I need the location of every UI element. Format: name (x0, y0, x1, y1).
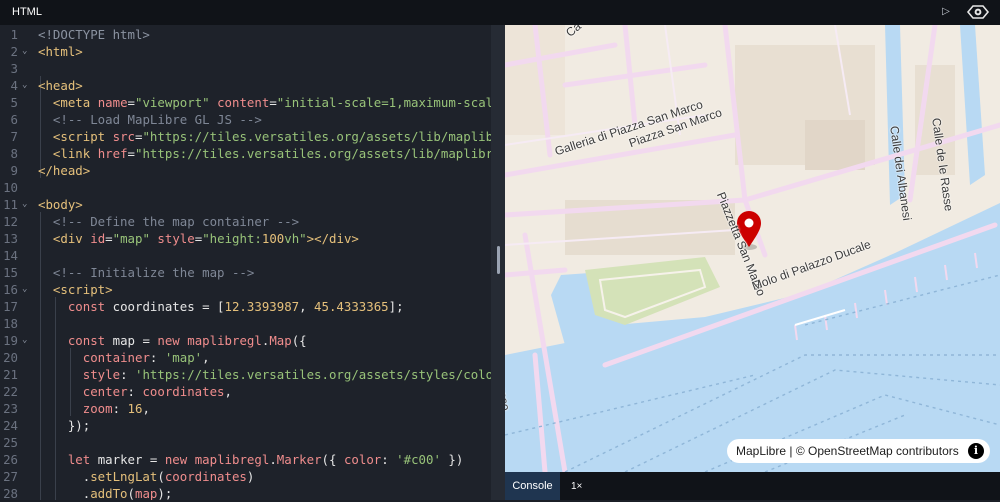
line-number: 4 (10, 78, 18, 93)
code-text: let marker = new maplibregl.Marker({ col… (67, 452, 464, 467)
line-number: 28 (3, 486, 18, 500)
line-number: 24 (3, 418, 18, 433)
code-line[interactable]: 5 <meta name="viewport" content="initial… (0, 94, 497, 111)
code-text: <script> (52, 282, 113, 297)
code-text: <body> (38, 197, 83, 212)
code-editor[interactable]: 1 <!DOCTYPE html> 2 ⌄ <html> 3 4 ⌄ <head> 5 <meta… (0, 25, 497, 500)
code-text: <!-- Define the map container --> (52, 214, 300, 229)
top-toolbar: HTML ▷ (0, 0, 1000, 25)
line-number: 1 (10, 27, 18, 42)
line-number: 12 (3, 214, 18, 229)
code-line[interactable]: 20 container: 'map', (0, 349, 497, 366)
code-text: <!-- Initialize the map --> (52, 265, 255, 280)
fold-chevron-icon[interactable]: ⌄ (22, 43, 27, 60)
code-text: }); (38, 418, 91, 433)
code-text: style: 'https://tiles.versatiles.org/ass… (82, 367, 497, 382)
code-line[interactable]: 24 }); (0, 417, 497, 434)
code-line[interactable]: 1 <!DOCTYPE html> (0, 26, 497, 43)
code-text: </head> (38, 163, 91, 178)
code-line[interactable]: 7 <script src="https://tiles.versatiles.… (0, 128, 497, 145)
code-text: <link href="https://tiles.versatiles.org… (52, 146, 497, 161)
line-number: 23 (3, 401, 18, 416)
line-number: 17 (3, 299, 18, 314)
code-text: <!DOCTYPE html> (38, 27, 150, 42)
code-line[interactable]: 8 <link href="https://tiles.versatiles.o… (0, 145, 497, 162)
code-line[interactable]: 2 ⌄ <html> (0, 43, 497, 60)
code-text: zoom: 16, (82, 401, 150, 416)
code-text: <head> (38, 78, 83, 93)
code-line[interactable]: 10 (0, 179, 497, 196)
code-text: <script src="https://tiles.versatiles.or… (52, 129, 497, 144)
line-number: 21 (3, 367, 18, 382)
code-line[interactable]: 14 (0, 247, 497, 264)
code-text: container: 'map', (82, 350, 210, 365)
code-line[interactable]: 18 (0, 315, 497, 332)
line-number: 13 (3, 231, 18, 246)
code-line[interactable]: 19 ⌄ const map = new maplibregl.Map({ (0, 332, 497, 349)
code-line[interactable]: 16 ⌄ <script> (0, 281, 497, 298)
play-icon[interactable]: ▷ (939, 5, 953, 19)
line-number: 25 (3, 435, 18, 450)
code-line[interactable]: 21 style: 'https://tiles.versatiles.org/… (0, 366, 497, 383)
code-text: .setLngLat(coordinates) (38, 469, 255, 484)
line-number: 14 (3, 248, 18, 263)
code-text: const coordinates = [12.3393987, 45.4333… (67, 299, 404, 314)
map-attribution: MapLibre | © OpenStreetMap contributors (727, 439, 990, 463)
line-number: 19 (3, 333, 18, 348)
line-number: 20 (3, 350, 18, 365)
code-line[interactable]: 26 let marker = new maplibregl.Marker({ … (0, 451, 497, 468)
line-number: 18 (3, 316, 18, 331)
code-text: <html> (38, 44, 83, 59)
code-text: <div id="map" style="height:100vh"></div… (52, 231, 359, 246)
code-line[interactable]: 17 const coordinates = [12.3393987, 45.4… (0, 298, 497, 315)
line-number: 22 (3, 384, 18, 399)
code-text: <meta name="viewport" content="initial-s… (52, 95, 497, 110)
code-text: center: coordinates, (82, 384, 232, 399)
console-count-badge: 1× (571, 481, 583, 492)
line-number: 7 (10, 129, 18, 144)
map-canvas[interactable] (505, 25, 1000, 472)
code-line[interactable]: 22 center: coordinates, (0, 383, 497, 400)
attribution-text[interactable]: MapLibre | © OpenStreetMap contributors (736, 439, 959, 463)
code-line[interactable]: 12 <!-- Define the map container --> (0, 213, 497, 230)
code-line[interactable]: 11 ⌄ <body> (0, 196, 497, 213)
line-number: 3 (10, 61, 18, 76)
eye-logo-icon[interactable] (966, 3, 990, 21)
line-number: 6 (10, 112, 18, 127)
code-line[interactable]: 6 <!-- Load MapLibre GL JS --> (0, 111, 497, 128)
line-number: 8 (10, 146, 18, 161)
code-line[interactable]: 28 .addTo(map); (0, 485, 497, 500)
fold-chevron-icon[interactable]: ⌄ (22, 77, 27, 94)
code-line[interactable]: 27 .setLngLat(coordinates) (0, 468, 497, 485)
tab-console[interactable]: Console (505, 472, 560, 500)
line-number: 27 (3, 469, 18, 484)
code-line[interactable]: 25 (0, 434, 497, 451)
tab-html[interactable]: HTML (0, 0, 54, 25)
line-number: 5 (10, 95, 18, 110)
code-line[interactable]: 9 </head> (0, 162, 497, 179)
line-number: 9 (10, 163, 18, 178)
line-number: 10 (3, 180, 18, 195)
line-number: 15 (3, 265, 18, 280)
code-line[interactable]: 23 zoom: 16, (0, 400, 497, 417)
code-line[interactable]: 4 ⌄ <head> (0, 77, 497, 94)
info-icon[interactable]: i (968, 443, 984, 459)
code-line[interactable]: 13 <div id="map" style="height:100vh"></… (0, 230, 497, 247)
code-line[interactable]: 15 <!-- Initialize the map --> (0, 264, 497, 281)
code-text: const map = new maplibregl.Map({ (67, 333, 307, 348)
fold-chevron-icon[interactable]: ⌄ (22, 332, 27, 349)
line-number: 2 (10, 44, 18, 59)
code-text: <!-- Load MapLibre GL JS --> (52, 112, 262, 127)
line-number: 16 (3, 282, 18, 297)
splitter-handle[interactable] (497, 246, 500, 274)
code-line[interactable]: 3 (0, 60, 497, 77)
code-text: .addTo(map); (38, 486, 173, 500)
fold-chevron-icon[interactable]: ⌄ (22, 196, 27, 213)
fold-chevron-icon[interactable]: ⌄ (22, 281, 27, 298)
map-preview[interactable]: Galleria di Piazza San Marco Piazza San M… (505, 25, 1000, 472)
line-number: 26 (3, 452, 18, 467)
line-number: 11 (3, 197, 18, 212)
